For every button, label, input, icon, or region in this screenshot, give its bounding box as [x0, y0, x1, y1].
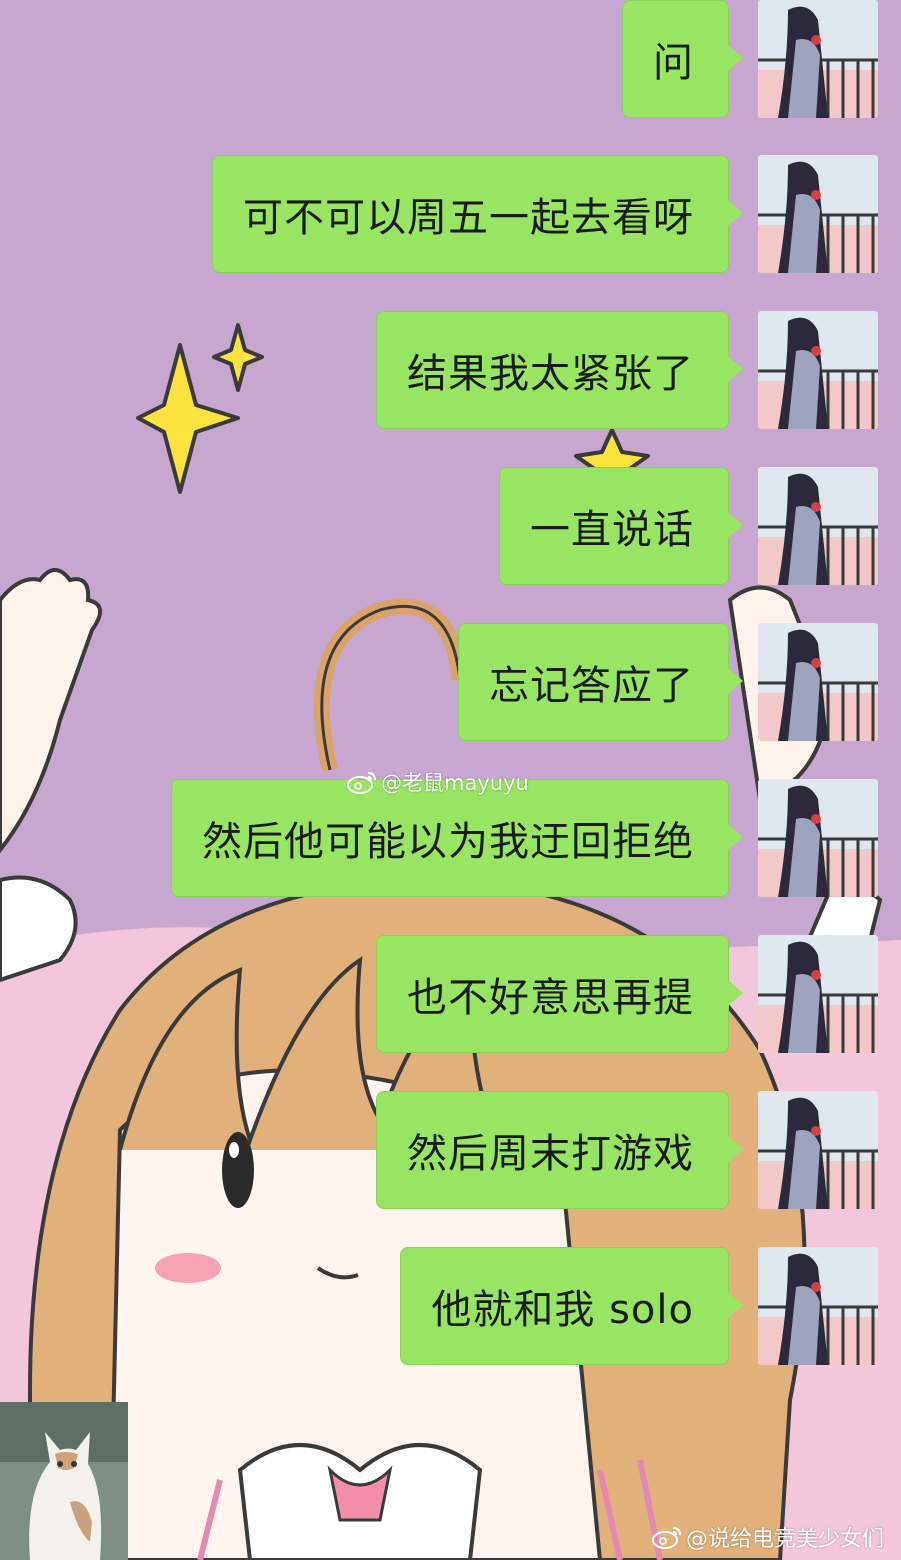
anime-girl-avatar[interactable]: [758, 935, 878, 1053]
message-text: 他就和我 solo: [431, 1287, 694, 1333]
message-bubble[interactable]: 然后周末打游戏: [376, 1091, 743, 1209]
message-text: 结果我太紧张了: [407, 351, 694, 397]
message-bubble[interactable]: 问: [622, 0, 743, 118]
weibo-watermark: @老鼠mayuyu: [347, 767, 529, 797]
anime-girl-avatar[interactable]: [758, 311, 878, 429]
message-text: 忘记答应了: [489, 663, 694, 709]
anime-girl-avatar[interactable]: [758, 0, 878, 118]
anime-girl-avatar[interactable]: [758, 155, 878, 273]
anime-girl-avatar[interactable]: [758, 779, 878, 897]
watermark-text: @说给电竞美少女们: [686, 1527, 885, 1552]
anime-girl-avatar[interactable]: [758, 467, 878, 585]
message-text: 一直说话: [530, 507, 694, 553]
message-text: 可不可以周五一起去看呀: [243, 195, 694, 241]
weibo-icon: [652, 1527, 681, 1549]
message-bubble[interactable]: 一直说话: [499, 467, 743, 585]
anime-girl-avatar[interactable]: [758, 623, 878, 741]
anime-girl-avatar[interactable]: [758, 1247, 878, 1365]
anime-girl-avatar[interactable]: [758, 1091, 878, 1209]
message-bubble[interactable]: 他就和我 solo: [400, 1247, 743, 1365]
watermark-text: @老鼠mayuyu: [381, 771, 529, 795]
message-bubble[interactable]: 结果我太紧张了: [376, 311, 743, 429]
cat-avatar[interactable]: [0, 1402, 128, 1560]
message-bubble[interactable]: 也不好意思再提: [376, 935, 743, 1053]
message-text: 问: [653, 40, 694, 86]
message-text: 然后周末打游戏: [407, 1131, 694, 1177]
weibo-watermark: @说给电竞美少女们: [652, 1521, 884, 1553]
weibo-icon: [347, 772, 376, 794]
message-text: 然后他可能以为我迂回拒绝: [202, 819, 694, 865]
message-bubble[interactable]: 可不可以周五一起去看呀: [212, 155, 743, 273]
message-bubble[interactable]: 忘记答应了: [458, 623, 743, 741]
message-text: 也不好意思再提: [407, 975, 694, 1021]
